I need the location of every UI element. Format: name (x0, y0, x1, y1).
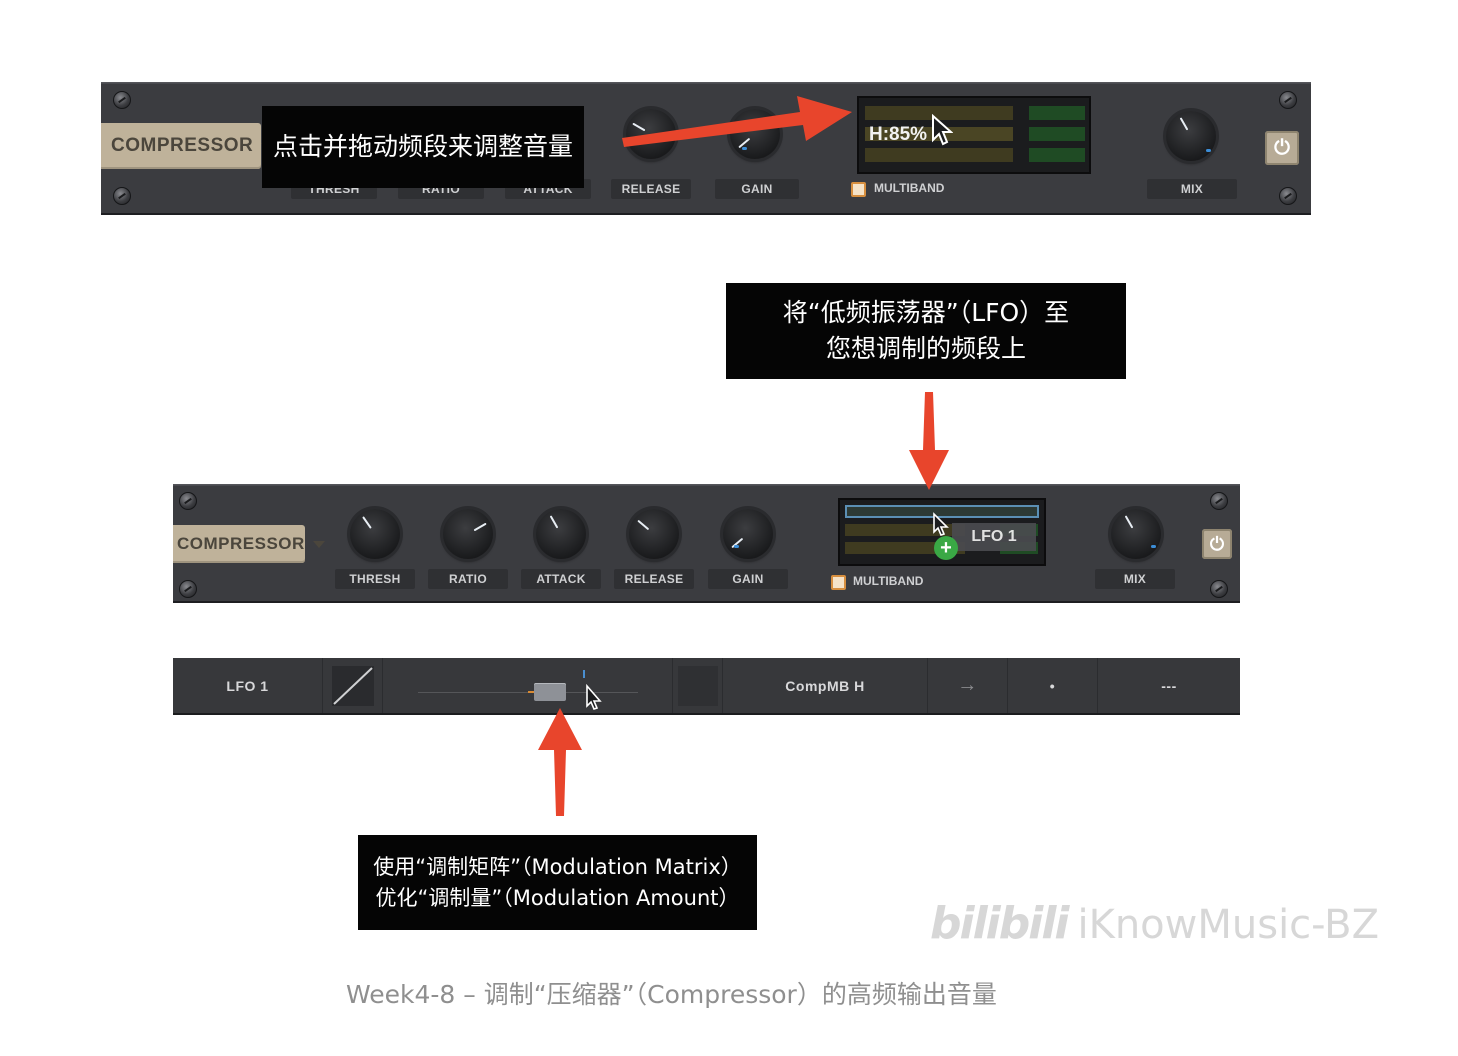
knob-label-ratio: RATIO (428, 569, 508, 589)
mod-dot-cell[interactable]: • (1008, 658, 1098, 713)
mod-curve-cell[interactable] (323, 658, 383, 713)
screw-icon (1210, 580, 1228, 598)
knob-label-gain: GAIN (708, 569, 788, 589)
screw-icon (1279, 187, 1297, 205)
mouse-cursor-icon (586, 684, 602, 710)
lfo-drag-label: LFO 1 (971, 528, 1017, 545)
arrow-down-icon (909, 392, 949, 490)
gain-knob[interactable] (730, 109, 780, 159)
callout-modulation-matrix: 使用“调制矩阵”（Modulation Matrix） 优化“调制量”（Modu… (358, 835, 757, 930)
multiband-checkbox[interactable] (851, 182, 866, 197)
mix-knob[interactable] (1111, 509, 1161, 559)
callout-lfo-drag: 将“低频振荡器”（LFO）至 您想调制的频段上 (726, 283, 1126, 379)
multiband-label: MULTIBAND (853, 574, 924, 588)
bilibili-logo-icon: bilibili (930, 898, 1069, 949)
mod-dashes-label: --- (1161, 677, 1177, 694)
thresh-knob[interactable] (350, 509, 400, 559)
compressor-tab[interactable]: COMPRESSOR (173, 525, 325, 563)
compressor-title: COMPRESSOR (111, 135, 254, 156)
watermark-text: iKnowMusic-BZ (1077, 902, 1380, 948)
mod-amount-cell[interactable] (383, 658, 673, 713)
screw-icon (113, 187, 131, 205)
screw-icon (179, 580, 197, 598)
callout-drag-band: 点击并拖动频段来调整音量 (262, 106, 584, 188)
knob-label-mix: MIX (1147, 179, 1237, 199)
power-button[interactable]: ⏻ (1265, 131, 1299, 165)
callout-line-1: 将“低频振荡器”（LFO）至 (782, 297, 1070, 327)
screw-icon (1279, 91, 1297, 109)
mix-knob[interactable] (1166, 111, 1216, 161)
lfo-drag-chip[interactable]: LFO 1 (952, 523, 1036, 551)
release-knob[interactable] (629, 509, 679, 559)
multiband-display[interactable]: LFO 1 + (838, 498, 1046, 566)
mod-source-cell[interactable]: LFO 1 (173, 658, 323, 713)
attack-knob[interactable] (536, 509, 586, 559)
knob-label-release: RELEASE (611, 179, 691, 199)
screw-icon (113, 91, 131, 109)
mouse-cursor-icon (932, 114, 953, 146)
band-gain-readout: H:85% (869, 124, 928, 145)
curve-icon (331, 665, 374, 706)
plus-icon: + (934, 536, 958, 560)
screw-icon (179, 492, 197, 510)
chevron-down-icon (312, 540, 325, 548)
power-icon: ⏻ (1274, 136, 1290, 159)
callout-line-1: 使用“调制矩阵”（Modulation Matrix） (373, 855, 742, 880)
mod-destination-cell[interactable]: CompMB H (723, 658, 928, 713)
mod-amount-center-mark (583, 670, 585, 678)
knob-label-release: RELEASE (614, 569, 694, 589)
knob-label-thresh: THRESH (335, 569, 415, 589)
mod-direction-cell[interactable]: → (928, 658, 1008, 713)
knob-label-gain: GAIN (715, 179, 799, 199)
callout-line-2: 优化“调制量”（Modulation Amount） (375, 885, 740, 910)
mod-dot-label: • (1049, 677, 1056, 694)
mod-source-label: LFO 1 (226, 677, 269, 694)
compressor-panel-bottom: COMPRESSOR THRESH RATIO ATTACK RELEASE G… (173, 484, 1240, 603)
multiband-label: MULTIBAND (874, 181, 945, 195)
watermark: bilibili iKnowMusic-BZ (930, 898, 1379, 949)
multiband-checkbox[interactable] (831, 575, 846, 590)
mod-amount-handle[interactable] (534, 683, 566, 701)
arrow-up-icon (538, 708, 582, 816)
callout-text: 点击并拖动频段来调整音量 (272, 131, 573, 161)
mod-dashes-cell[interactable]: --- (1098, 658, 1240, 713)
modulation-matrix-row: LFO 1 CompMB H → • --- (173, 658, 1240, 715)
release-knob[interactable] (626, 109, 676, 159)
compressor-tab[interactable]: COMPRESSOR (101, 123, 274, 169)
mouse-cursor-icon (933, 512, 949, 536)
gain-knob[interactable] (723, 509, 773, 559)
figure-caption: Week4-8 – 调制“压缩器”（Compressor）的高频输出音量 (346, 980, 997, 1009)
compressor-title: COMPRESSOR (177, 534, 305, 553)
power-button[interactable]: ⏻ (1202, 529, 1232, 559)
multiband-display[interactable]: H:85% (857, 96, 1091, 174)
callout-line-2: 您想调制的频段上 (825, 334, 1026, 363)
screw-icon (1210, 492, 1228, 510)
mod-destination-label: CompMB H (785, 677, 865, 694)
arrow-right-icon: → (957, 674, 978, 696)
knob-label-attack: ATTACK (521, 569, 601, 589)
ratio-knob[interactable] (443, 509, 493, 559)
knob-label-mix: MIX (1095, 569, 1175, 589)
power-icon: ⏻ (1209, 533, 1225, 554)
mod-empty-cell[interactable] (673, 658, 723, 713)
